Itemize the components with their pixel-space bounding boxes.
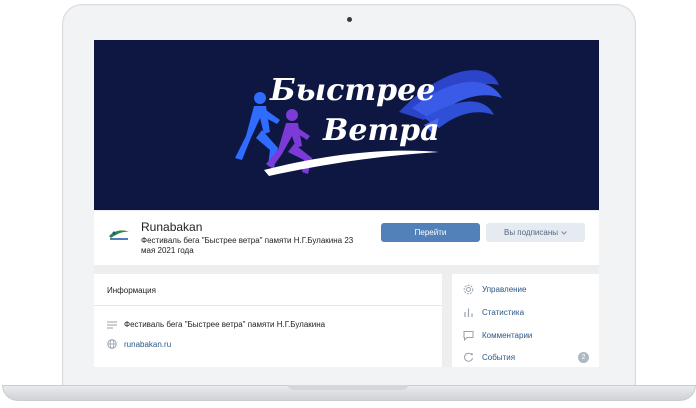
go-button[interactable]: Перейти [381,223,480,242]
gear-icon [463,284,474,295]
group-cover: Быстрее Ветра [94,40,599,210]
chevron-down-icon [561,230,567,235]
subscribed-label: Вы подписаны [504,228,558,237]
globe-icon [107,339,117,349]
menu-item-label: События [482,353,516,362]
camera-dot [347,17,352,22]
cover-artwork: Быстрее Ветра [235,70,502,176]
cover-title-line1: Быстрее [269,73,435,108]
menu-item-events[interactable]: События 2 [463,352,589,363]
events-count-badge: 2 [578,352,589,363]
menu-item-comments[interactable]: Комментарии [463,330,589,341]
group-status: Фестиваль бега "Быстрее ветра" памяти Н.… [141,236,354,255]
group-name: Runabakan [141,220,203,234]
menu-item-label: Комментарии [482,331,533,340]
menu-item-label: Управление [482,285,527,294]
screen: Быстрее Ветра Runabakan Фестиваль бега "… [94,40,599,367]
title-swoosh [264,150,439,176]
event-icon [463,352,474,363]
comment-icon [463,330,474,341]
description-row: Фестиваль бега "Быстрее ветра" памяти Н.… [107,320,325,329]
website-row: runabakan.ru [107,339,171,349]
menu-item-label: Статистика [482,308,525,317]
description-text: Фестиваль бега "Быстрее ветра" памяти Н.… [124,320,326,329]
subscribed-button[interactable]: Вы подписаны [486,223,585,242]
avatar[interactable] [106,221,132,247]
info-title: Информация [107,286,156,295]
group-header: Runabakan Фестиваль бега "Быстрее ветра"… [94,211,599,265]
website-link[interactable]: runabakan.ru [124,340,171,349]
menu-item-manage[interactable]: Управление [463,284,589,295]
text-lines-icon [107,321,117,329]
manage-menu: Управление Статистика Комментарии Событи… [452,274,599,367]
cover-title-line2: Ветра [322,113,440,148]
info-card: Информация Фестиваль бега "Быстрее ветра… [94,274,442,367]
menu-item-stats[interactable]: Статистика [463,307,589,318]
laptop-notch [288,385,408,390]
divider [94,305,442,306]
avatar-logo-icon [109,230,129,240]
stats-icon [463,307,474,318]
